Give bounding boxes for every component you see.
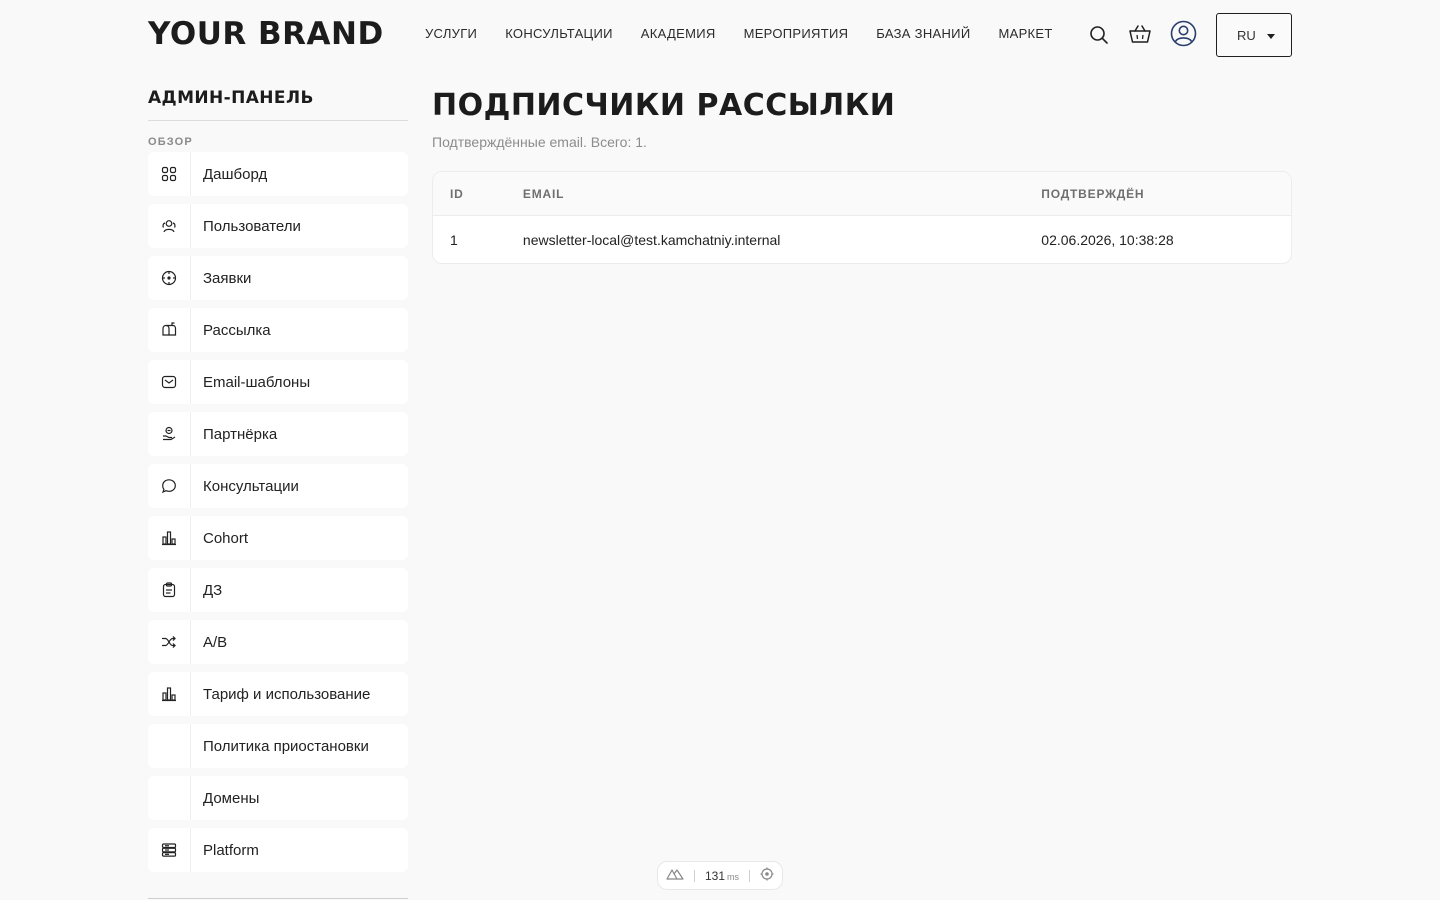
sidebar-item-label: Заявки <box>203 269 252 287</box>
sidebar-item-dashboard[interactable]: Дашборд <box>148 152 408 196</box>
crosshair-icon[interactable] <box>760 867 774 884</box>
nav-item-academy[interactable]: АКАДЕМИЯ <box>641 26 716 42</box>
sidebar-item-cohort[interactable]: Cohort <box>148 516 408 560</box>
cell-email: newsletter-local@test.kamchatniy.interna… <box>522 231 781 248</box>
sidebar-item-label: Домены <box>203 789 260 807</box>
shuffle-icon <box>148 620 191 664</box>
column-header-confirmed[interactable]: ПОДТВЕРЖДЁН <box>1041 187 1291 201</box>
sidebar-item-label: Cohort <box>203 529 249 547</box>
page-subtitle: Подтверждённые email. Всего: 1. <box>432 134 647 150</box>
clipboard-icon <box>148 568 191 612</box>
chat-bubble-icon <box>148 464 191 508</box>
sidebar-item-homework[interactable]: ДЗ <box>148 568 408 612</box>
perf-indicator[interactable]: 131 ms <box>657 861 783 890</box>
sidebar-divider <box>148 898 408 899</box>
nav-item-market[interactable]: МАРКЕТ <box>998 26 1052 42</box>
search-icon[interactable] <box>1089 25 1109 50</box>
bar-chart-icon <box>148 516 191 560</box>
chevron-down-icon <box>1267 34 1275 39</box>
admin-sidebar: АДМИН-ПАНЕЛЬ ОБЗОР Дашборд Пользователи <box>148 88 408 880</box>
sidebar-item-newsletter[interactable]: Рассылка <box>148 308 408 352</box>
perf-timing: 131 ms <box>705 869 739 883</box>
divider <box>749 869 751 882</box>
sidebar-item-label: Тариф и использование <box>203 685 371 703</box>
empty-icon-slot <box>148 776 191 820</box>
sidebar-item-plan-usage[interactable]: Тариф и использование <box>148 672 408 716</box>
language-select[interactable]: RU <box>1216 13 1292 57</box>
main-nav: УСЛУГИ КОНСУЛЬТАЦИИ АКАДЕМИЯ МЕРОПРИЯТИЯ… <box>425 26 1053 42</box>
sidebar-item-suspension-policy[interactable]: Политика приостановки <box>148 724 408 768</box>
sidebar-item-domains[interactable]: Домены <box>148 776 408 820</box>
sidebar-item-email-templates[interactable]: Email-шаблоны <box>148 360 408 404</box>
page-title: ПОДПИСЧИКИ РАССЫЛКИ <box>432 88 896 123</box>
subscribers-table: ID EMAIL ПОДТВЕРЖДЁН 1 newsletter-local@… <box>432 171 1292 264</box>
perf-value: 131 <box>704 868 726 883</box>
cart-icon[interactable] <box>1128 23 1152 50</box>
sidebar-item-label: Пользователи <box>203 217 301 235</box>
empty-icon-slot <box>148 724 191 768</box>
sidebar-section-label: ОБЗОР <box>148 136 193 148</box>
table-row[interactable]: 1 newsletter-local@test.kamchatniy.inter… <box>433 216 1291 263</box>
sidebar-item-platform[interactable]: Platform <box>148 828 408 872</box>
sidebar-item-users[interactable]: Пользователи <box>148 204 408 248</box>
cell-confirmed: 02.06.2026, 10:38:28 <box>1041 231 1174 248</box>
cell-id: 1 <box>450 231 458 248</box>
sidebar-item-label: Консультации <box>203 477 299 495</box>
language-value: RU <box>1237 27 1256 43</box>
partner-icon <box>148 412 191 456</box>
envelope-icon <box>148 360 191 404</box>
target-icon <box>148 256 191 300</box>
sidebar-item-label: A/B <box>203 633 228 651</box>
sidebar-item-label: Рассылка <box>203 321 271 339</box>
user-icon[interactable] <box>1170 20 1197 52</box>
grid-icon <box>148 152 191 196</box>
sidebar-item-partners[interactable]: Партнёрка <box>148 412 408 456</box>
users-icon <box>148 204 191 248</box>
perf-unit: ms <box>727 871 740 882</box>
nav-item-consultations[interactable]: КОНСУЛЬТАЦИИ <box>505 26 613 42</box>
sidebar-item-requests[interactable]: Заявки <box>148 256 408 300</box>
table-header: ID EMAIL ПОДТВЕРЖДЁН <box>433 172 1291 216</box>
main-content: ПОДПИСЧИКИ РАССЫЛКИ Подтверждённые email… <box>432 88 1292 264</box>
sidebar-item-label: Дашборд <box>203 165 268 183</box>
divider <box>693 869 695 882</box>
nav-item-services[interactable]: УСЛУГИ <box>425 26 477 42</box>
top-header: YOUR BRAND УСЛУГИ КОНСУЛЬТАЦИИ АКАДЕМИЯ … <box>0 0 1440 70</box>
column-header-id[interactable]: ID <box>433 187 523 201</box>
sidebar-item-consultations[interactable]: Консультации <box>148 464 408 508</box>
sidebar-title: АДМИН-ПАНЕЛЬ <box>148 88 408 121</box>
sidebar-item-label: ДЗ <box>203 581 223 599</box>
brand-logo[interactable]: YOUR BRAND <box>148 16 384 52</box>
mountain-icon[interactable] <box>666 868 684 883</box>
sidebar-item-label: Политика приостановки <box>203 737 369 755</box>
sidebar-item-label: Email-шаблоны <box>203 373 311 391</box>
nav-item-events[interactable]: МЕРОПРИЯТИЯ <box>744 26 849 42</box>
nav-item-knowledge-base[interactable]: БАЗА ЗНАНИЙ <box>876 26 970 42</box>
mailbox-icon <box>148 308 191 352</box>
sidebar-item-label: Партнёрка <box>203 425 278 443</box>
bar-chart-icon <box>148 672 191 716</box>
column-header-email[interactable]: EMAIL <box>523 187 1041 201</box>
server-icon <box>148 828 191 872</box>
sidebar-item-label: Platform <box>203 841 259 859</box>
sidebar-menu: Дашборд Пользователи Заявки Рассылка Ema… <box>148 152 408 872</box>
sidebar-item-ab-testing[interactable]: A/B <box>148 620 408 664</box>
